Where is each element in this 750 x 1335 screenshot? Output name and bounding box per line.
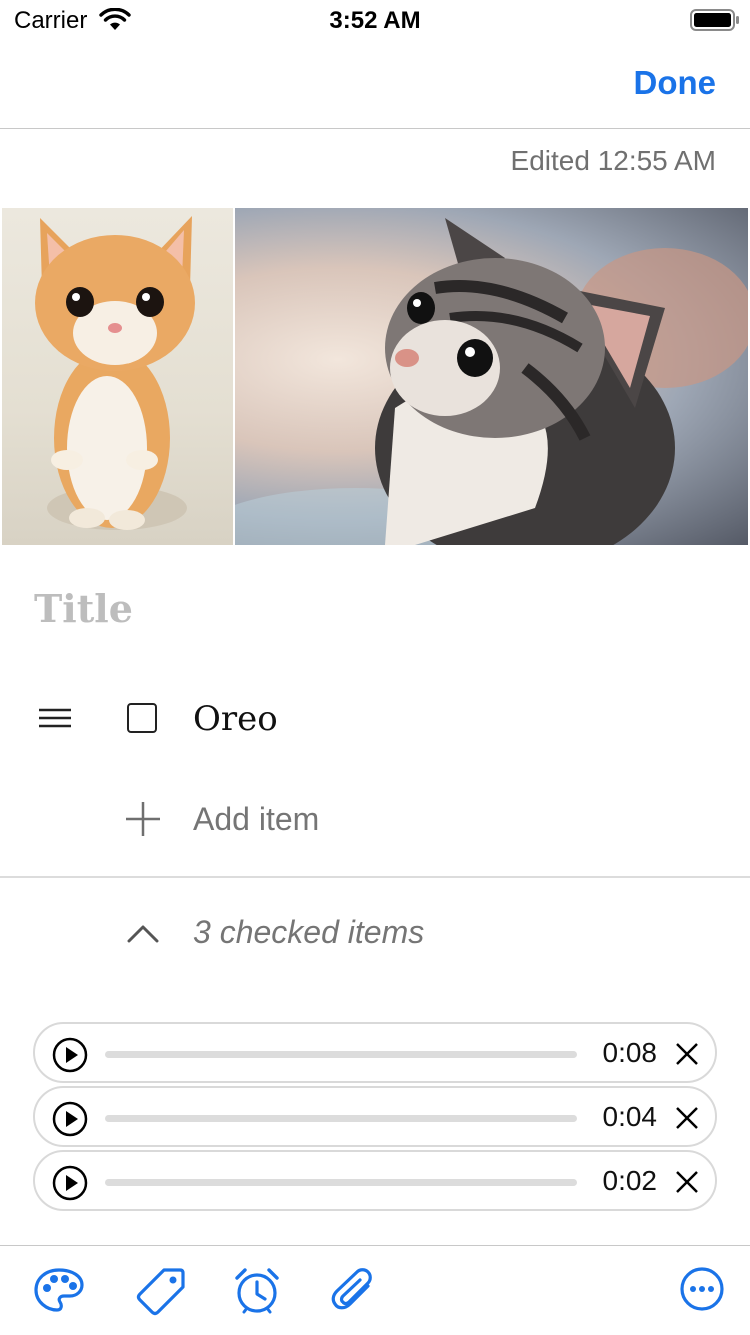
image-tabby-kitten[interactable] — [235, 208, 748, 545]
play-icon[interactable] — [52, 1101, 88, 1142]
audio-progress-track[interactable] — [105, 1115, 577, 1122]
add-item-button[interactable]: Add item — [193, 801, 319, 838]
drag-handle-icon[interactable] — [38, 707, 72, 734]
battery-icon — [690, 9, 740, 36]
audio-recording: 0:04 — [33, 1086, 717, 1147]
reminder-icon[interactable] — [233, 1266, 281, 1321]
attachment-icon[interactable] — [330, 1266, 376, 1321]
close-icon[interactable] — [675, 1106, 699, 1135]
image-orange-kitten[interactable] — [2, 208, 233, 545]
checked-items-toggle[interactable]: 3 checked items — [193, 914, 424, 951]
checklist-item-text[interactable]: Oreo — [193, 699, 278, 739]
audio-duration: 0:08 — [602, 1037, 658, 1068]
play-icon[interactable] — [52, 1037, 88, 1078]
plus-icon[interactable] — [125, 801, 161, 842]
chevron-up-icon[interactable] — [126, 922, 160, 949]
image-grid — [2, 208, 748, 545]
status-time: 3:52 AM — [329, 7, 421, 34]
audio-progress-track[interactable] — [105, 1051, 577, 1058]
audio-recording: 0:08 — [33, 1022, 717, 1083]
play-icon[interactable] — [52, 1165, 88, 1206]
audio-duration: 0:04 — [602, 1101, 658, 1132]
label-icon[interactable] — [134, 1266, 186, 1321]
close-icon[interactable] — [675, 1042, 699, 1071]
done-button[interactable]: Done — [634, 64, 717, 102]
close-icon[interactable] — [675, 1170, 699, 1199]
audio-duration: 0:02 — [602, 1165, 658, 1196]
audio-recording: 0:02 — [33, 1150, 717, 1211]
item-checkbox[interactable] — [127, 703, 157, 733]
status-bar: Carrier 3:52 AM — [0, 0, 750, 40]
more-icon[interactable] — [679, 1266, 725, 1317]
bottom-toolbar — [0, 1245, 750, 1335]
edited-timestamp: Edited 12:55 AM — [510, 145, 716, 176]
title-field[interactable]: Title — [34, 586, 133, 631]
palette-icon[interactable] — [33, 1266, 85, 1319]
nav-bar: Done — [0, 40, 750, 129]
audio-progress-track[interactable] — [105, 1179, 577, 1186]
divider — [0, 876, 750, 878]
